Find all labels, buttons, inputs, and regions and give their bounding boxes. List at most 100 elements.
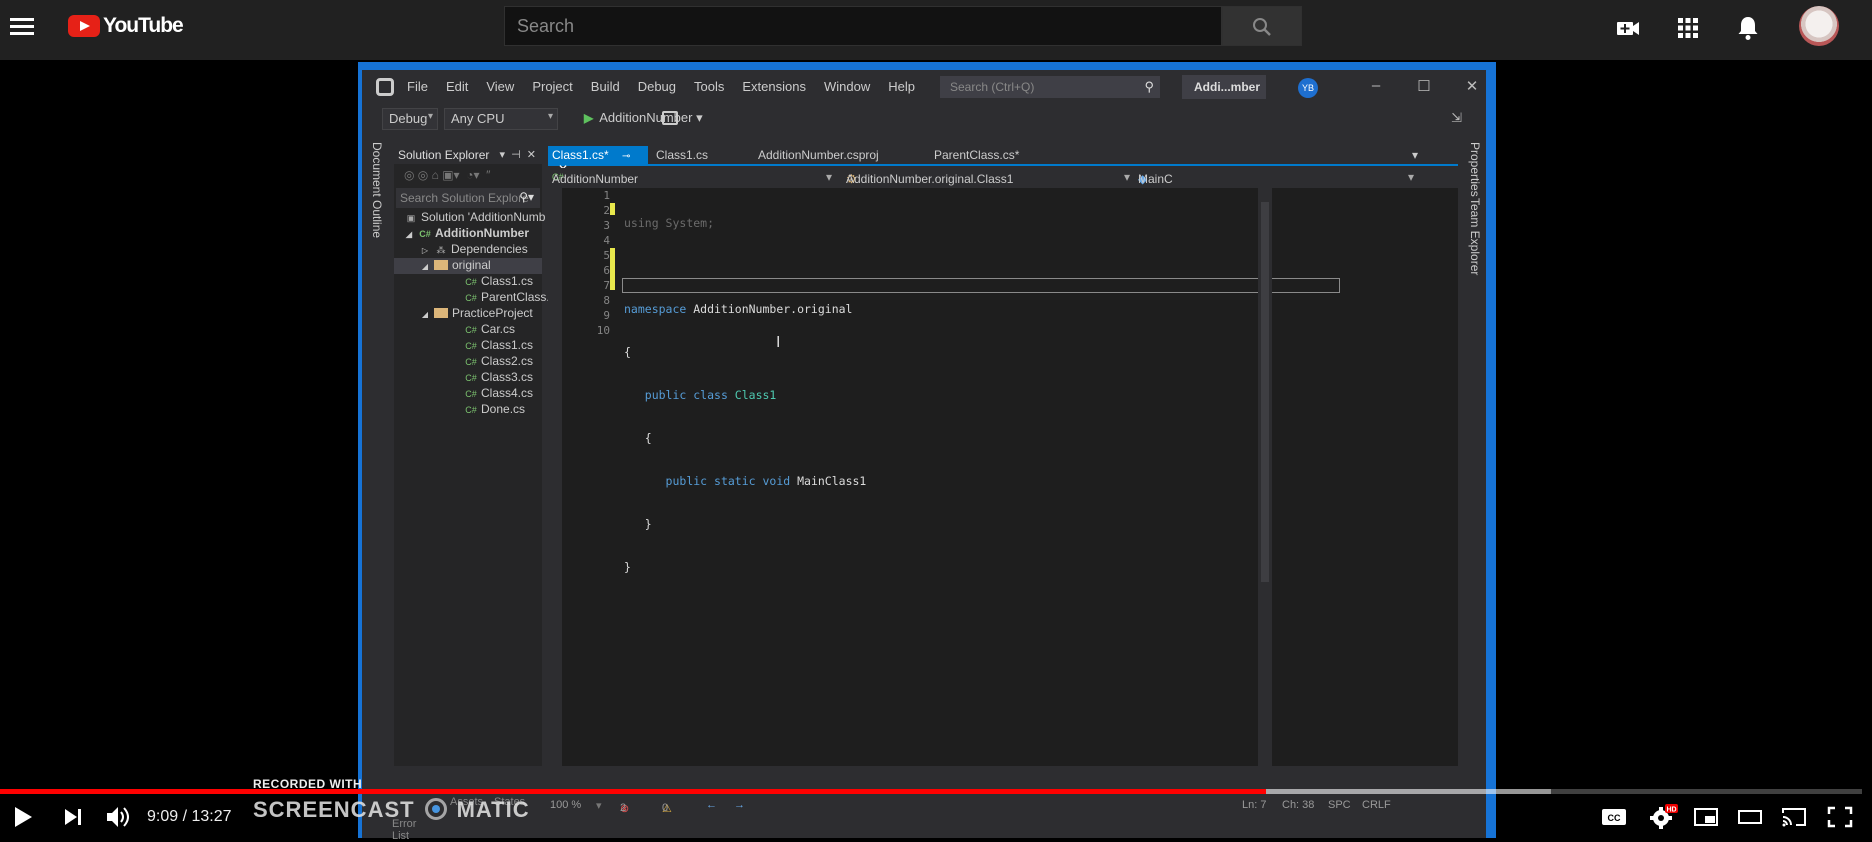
- camera-icon[interactable]: [662, 111, 678, 125]
- vs-solution-name: Addi...mber: [1182, 75, 1266, 99]
- solution-search-input[interactable]: Search Solution Explore ⚲▾: [396, 188, 540, 208]
- visual-studio-window: File Edit View Project Build Debug Tools…: [362, 70, 1486, 842]
- tree-folder-original[interactable]: ◢ original: [394, 258, 542, 274]
- vs-quick-search-placeholder: Search (Ctrl+Q): [950, 80, 1035, 94]
- search-button[interactable]: [1222, 6, 1302, 46]
- code-token: {: [644, 431, 652, 445]
- menu-file[interactable]: File: [407, 79, 428, 94]
- chevron-down-icon[interactable]: ▾: [826, 170, 832, 184]
- youtube-logo[interactable]: YouTube: [68, 14, 184, 38]
- tab-class1-modified[interactable]: Class1.cs* ⊸ ✕: [548, 146, 648, 176]
- vs-user-avatar[interactable]: YB: [1298, 78, 1318, 98]
- tree-solution[interactable]: ▣ Solution 'AdditionNumb: [394, 210, 546, 226]
- code-token: AdditionNumber.original: [686, 302, 853, 316]
- menu-build[interactable]: Build: [591, 79, 620, 94]
- settings-button[interactable]: HD: [1648, 804, 1678, 830]
- tree-file[interactable]: C# Car.cs: [394, 322, 542, 338]
- menu-tools[interactable]: Tools: [694, 79, 724, 94]
- pin-icon[interactable]: ⊸: [622, 151, 630, 162]
- menu-debug[interactable]: Debug: [638, 79, 676, 94]
- tree-folder-practiceproject[interactable]: ◢ PracticeProject: [394, 306, 542, 322]
- tree-file[interactable]: C# Class2.cs: [394, 354, 542, 370]
- navigate-forward-icon[interactable]: →: [734, 799, 745, 811]
- collapse-arrow-icon[interactable]: ▷: [420, 246, 430, 255]
- menu-window[interactable]: Window: [824, 79, 870, 94]
- editor-tab-strip: Class1.cs* ⊸ ✕ Class1.cs AdditionNumber.…: [548, 146, 1458, 176]
- miniplayer-button[interactable]: [1692, 804, 1720, 830]
- menu-extensions[interactable]: Extensions: [742, 79, 806, 94]
- tree-file[interactable]: C# Class4.cs: [394, 386, 542, 402]
- tab-class1[interactable]: Class1.cs: [652, 146, 712, 164]
- apps-grid-icon[interactable]: [1674, 14, 1702, 42]
- tree-file[interactable]: C# Done.cs: [394, 402, 542, 418]
- code-token: namespace: [624, 302, 687, 316]
- navigate-back-icon[interactable]: ←: [706, 799, 717, 811]
- tab-parentclass[interactable]: ParentClass.cs*: [930, 146, 1023, 164]
- line-number: 8: [603, 294, 610, 307]
- tree-file[interactable]: C# Class1.cs: [394, 274, 542, 290]
- tree-dependencies[interactable]: ▷ ⁂ Dependencies: [394, 242, 542, 258]
- next-button[interactable]: [60, 804, 86, 830]
- team-explorer-tab[interactable]: Team Explorer: [1468, 198, 1482, 275]
- play-button[interactable]: [10, 804, 36, 830]
- platform-dropdown[interactable]: Any CPU: [444, 108, 558, 130]
- vs-quick-search[interactable]: Search (Ctrl+Q) ⚲: [940, 76, 1160, 98]
- code-editor[interactable]: 1 2 3 4 5 6 7 8 9 10 using System; names…: [548, 188, 1458, 766]
- menu-view[interactable]: View: [486, 79, 514, 94]
- tree-label: Dependencies: [451, 242, 528, 256]
- properties-tab[interactable]: Properties: [1468, 142, 1482, 197]
- subtitles-button[interactable]: CC: [1600, 804, 1628, 830]
- tree-file[interactable]: C# Class1.cs: [394, 338, 542, 354]
- config-dropdown[interactable]: Debug: [382, 108, 438, 130]
- scrollbar-thumb[interactable]: [1261, 202, 1269, 582]
- create-video-icon[interactable]: [1614, 14, 1642, 42]
- expand-arrow-icon[interactable]: ◢: [420, 310, 430, 319]
- run-button[interactable]: ▶ AdditionNumber ▾: [584, 110, 703, 126]
- expand-arrow-icon[interactable]: ◢: [404, 230, 414, 239]
- theater-mode-button[interactable]: [1736, 804, 1764, 830]
- csharp-file-icon: C#: [465, 341, 477, 351]
- document-outline-tab[interactable]: Document Outline: [370, 142, 384, 238]
- tab-csproj[interactable]: AdditionNumber.csproj: [754, 146, 883, 164]
- panel-buttons[interactable]: ▾ ⊣ ✕: [499, 148, 536, 161]
- tab-label: Class1.cs*: [552, 148, 609, 162]
- chevron-down-icon[interactable]: ▾: [1124, 170, 1130, 184]
- expand-arrow-icon[interactable]: ◢: [420, 262, 430, 271]
- line-indicator: Ln: 7: [1242, 799, 1267, 811]
- error-count-value: 2: [620, 802, 627, 814]
- cast-button[interactable]: [1780, 804, 1808, 830]
- line-number: 4: [603, 234, 610, 247]
- code-token: void: [755, 474, 791, 488]
- search-input[interactable]: Search: [504, 6, 1222, 46]
- solution-toolbar[interactable]: ◎ ◎ ⌂ ▣▾ ◔▾ ″: [394, 164, 542, 186]
- editor-scrollbar[interactable]: [1258, 188, 1272, 766]
- hamburger-menu-icon[interactable]: [10, 14, 36, 36]
- tree-file[interactable]: C# ParentClass.cs: [394, 290, 561, 306]
- editor-navigation-bar: C# AdditionNumber ▾ ⚙ AdditionNumber.orig…: [548, 168, 1458, 188]
- chevron-down-icon[interactable]: ▾: [1408, 170, 1414, 184]
- menu-project[interactable]: Project: [532, 79, 572, 94]
- line-number: 5: [603, 249, 610, 262]
- notifications-bell-icon[interactable]: [1734, 14, 1762, 42]
- tree-project-additionnumber[interactable]: ◢ C# AdditionNumber: [394, 226, 542, 242]
- line-number: 3: [603, 219, 610, 232]
- dependencies-icon: ⁂: [436, 245, 446, 255]
- maximize-icon[interactable]: ☐: [1400, 77, 1448, 95]
- text-cursor-icon: I: [776, 334, 781, 351]
- line-numbers: 1 2 3 4 5 6 7 8 9 10: [562, 188, 610, 338]
- close-icon[interactable]: ✕: [1448, 77, 1496, 95]
- chevron-down-icon[interactable]: ▾: [596, 799, 602, 812]
- minimize-icon[interactable]: –: [1352, 77, 1400, 95]
- menu-help[interactable]: Help: [888, 79, 915, 94]
- fullscreen-button[interactable]: [1826, 804, 1854, 830]
- menu-edit[interactable]: Edit: [446, 79, 468, 94]
- user-avatar[interactable]: [1799, 6, 1839, 46]
- spaces-indicator[interactable]: SPC: [1328, 799, 1351, 811]
- line-ending-indicator[interactable]: CRLF: [1362, 799, 1391, 811]
- tree-file[interactable]: C# Class3.cs: [394, 370, 542, 386]
- video-progress-bar[interactable]: [0, 789, 1862, 794]
- zoom-level[interactable]: 100 %: [550, 799, 581, 811]
- tab-overflow-chevron-down-icon[interactable]: ▾: [1408, 146, 1422, 164]
- volume-button[interactable]: [104, 804, 132, 830]
- live-share-icon[interactable]: ⇲: [1451, 110, 1462, 126]
